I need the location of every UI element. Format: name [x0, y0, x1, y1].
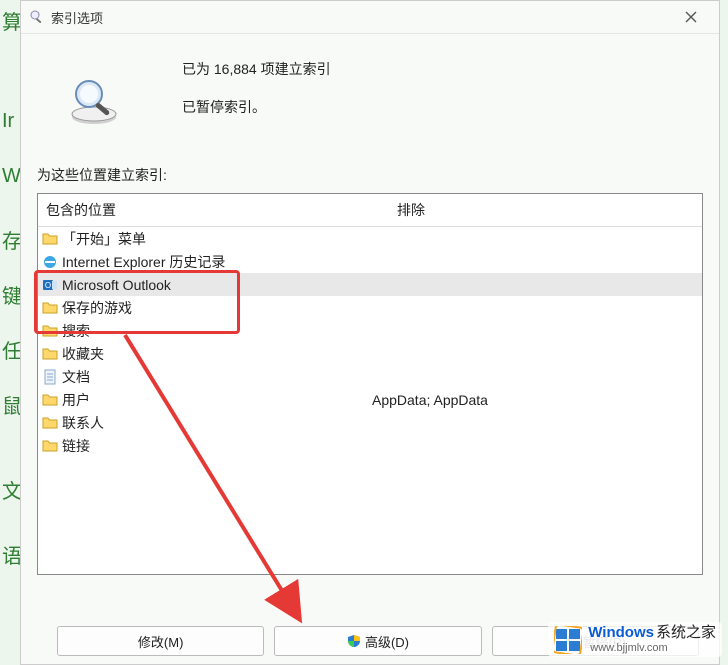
list-item[interactable]: 「开始」菜单	[38, 227, 702, 250]
advanced-button-label: 高级(D)	[365, 632, 409, 651]
bg-letter: W	[2, 165, 21, 188]
list-item-label: 文档	[62, 367, 90, 387]
list-item-exclude: AppData; AppData	[372, 392, 702, 408]
column-exclude[interactable]: 排除	[389, 194, 702, 226]
list-item[interactable]: 搜索	[38, 319, 702, 342]
list-item[interactable]: Internet Explorer 历史记录	[38, 250, 702, 273]
list-item[interactable]: 保存的游戏	[38, 296, 702, 319]
list-item[interactable]: O Microsoft Outlook	[38, 273, 702, 296]
magnifier-drive-icon	[67, 74, 122, 129]
list-item-label: 保存的游戏	[62, 298, 132, 318]
list-item-label: 用户	[62, 390, 90, 410]
doc-icon	[42, 369, 58, 385]
indexing-options-dialog: 索引选项 已为 16,884 项建立索引 已暂停索	[20, 0, 720, 665]
list-item-label: Microsoft Outlook	[62, 277, 171, 293]
ie-icon	[42, 254, 58, 270]
indexed-count-text: 已为 16,884 项建立索引	[182, 59, 331, 79]
indexing-paused-text: 已暂停索引。	[182, 97, 331, 117]
dialog-content: 已为 16,884 项建立索引 已暂停索引。 为这些位置建立索引: 包含的位置 …	[21, 34, 719, 585]
folder-icon	[42, 438, 58, 454]
list-item-label: 收藏夹	[62, 344, 104, 364]
list-item-label: Internet Explorer 历史记录	[62, 252, 225, 272]
folder-icon	[42, 346, 58, 362]
windows-logo-icon	[554, 626, 582, 654]
list-header: 包含的位置 排除	[38, 194, 702, 227]
bg-letter: 鼠	[2, 390, 22, 419]
list-item[interactable]: 用户 AppData; AppData	[38, 388, 702, 411]
folder-icon	[42, 415, 58, 431]
list-item-label: 搜索	[62, 321, 90, 341]
list-item-label: 联系人	[62, 413, 104, 433]
close-button[interactable]	[671, 3, 711, 31]
locations-label: 为这些位置建立索引:	[37, 165, 703, 185]
background-text: 算 Ir W 存键任鼠文语	[0, 0, 20, 665]
bg-letter: 键	[2, 280, 22, 309]
titlebar: 索引选项	[21, 1, 719, 34]
folder-icon	[42, 323, 58, 339]
list-item-label: 链接	[62, 436, 90, 456]
list-item[interactable]: 联系人	[38, 411, 702, 434]
bg-letter: Ir	[2, 110, 14, 133]
list-item[interactable]: 链接	[38, 434, 702, 457]
bg-letter: 语	[2, 540, 22, 569]
outlook-icon: O	[42, 277, 58, 293]
shield-icon	[347, 634, 361, 648]
list-item[interactable]: 收藏夹	[38, 342, 702, 365]
watermark-url: www.bjjmlv.com	[590, 642, 716, 654]
folder-icon	[42, 300, 58, 316]
list-item[interactable]: 文档	[38, 365, 702, 388]
advanced-button[interactable]: 高级(D)	[274, 626, 481, 656]
watermark-brand-2: 系统之家	[656, 625, 716, 642]
bg-letter: 文	[2, 475, 22, 504]
modify-button[interactable]: 修改(M)	[57, 626, 264, 656]
list-item-label: 「开始」菜单	[62, 229, 146, 249]
svg-text:O: O	[45, 281, 51, 290]
dialog-title: 索引选项	[51, 8, 671, 27]
locations-listbox[interactable]: 包含的位置 排除 「开始」菜单 Internet Explorer 历史记录 O Mi…	[37, 193, 703, 575]
bg-letter: 任	[2, 335, 22, 364]
folder-icon	[42, 392, 58, 408]
modify-button-label: 修改(M)	[138, 632, 184, 651]
folder-icon	[42, 231, 58, 247]
column-location[interactable]: 包含的位置	[38, 194, 389, 226]
watermark-brand-1: Windows	[588, 625, 654, 642]
bg-letter: 存	[2, 225, 22, 254]
bg-letter: 算	[2, 6, 22, 35]
indexing-icon	[29, 9, 45, 25]
watermark: Windows 系统之家 www.bjjmlv.com	[548, 622, 722, 657]
